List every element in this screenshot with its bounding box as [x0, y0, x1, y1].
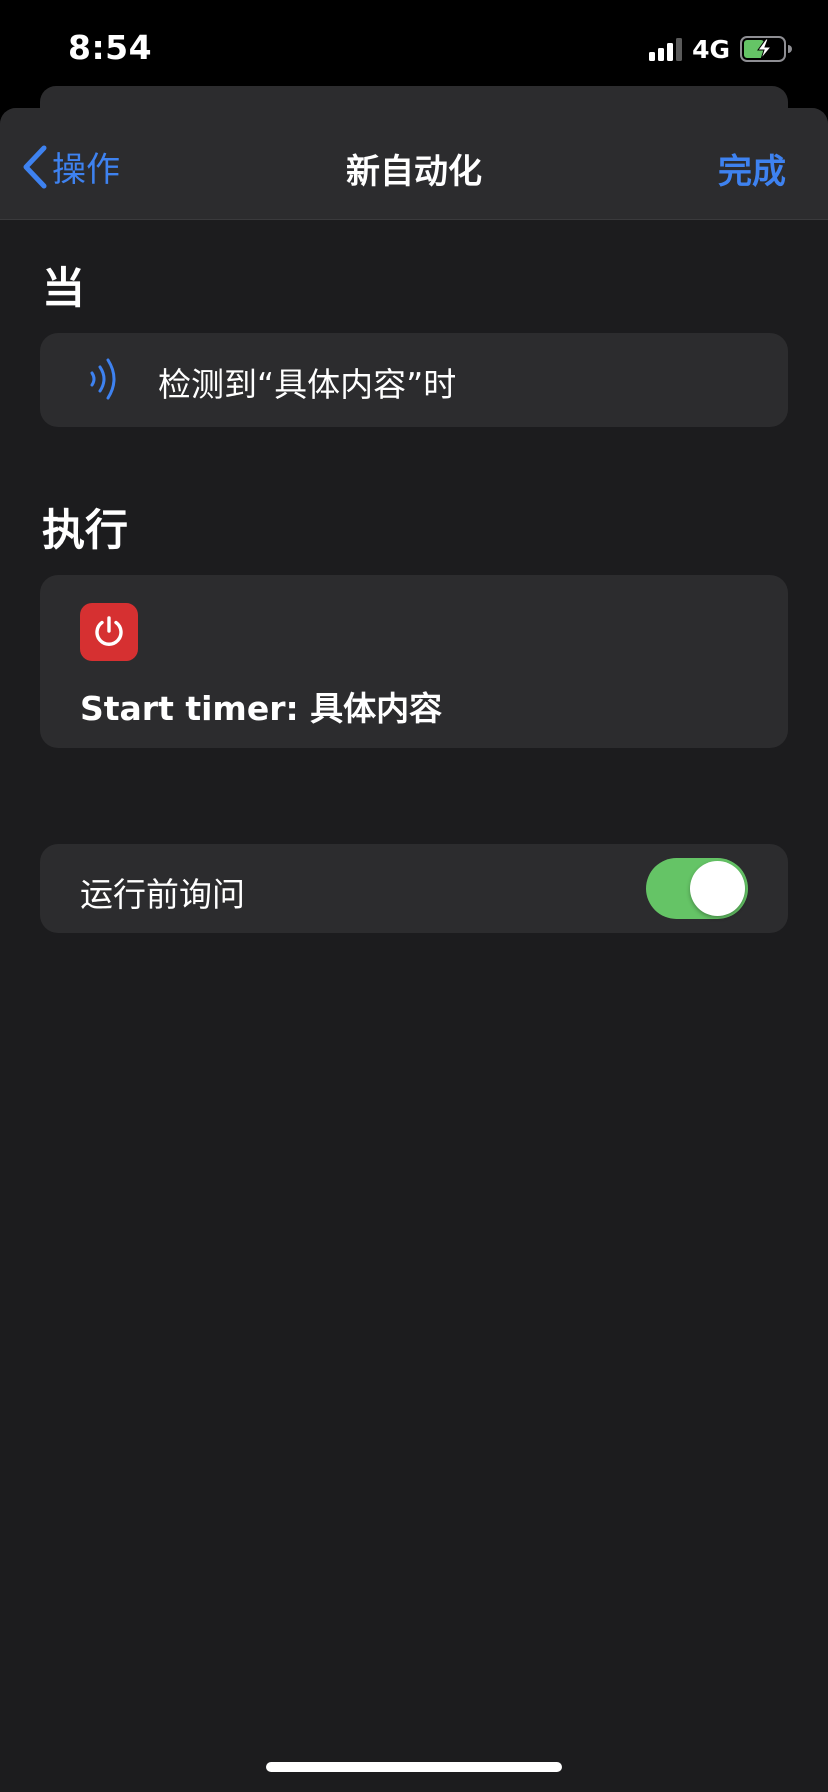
cellular-signal-icon — [649, 37, 683, 61]
done-button[interactable]: 完成 — [718, 144, 786, 193]
navigation-bar: 操作 新自动化 完成 — [0, 108, 828, 220]
nfc-waves-icon — [88, 355, 124, 407]
do-section-title: 执行 — [42, 506, 128, 556]
ask-before-running-label: 运行前询问 — [80, 875, 245, 914]
status-indicators: 4G — [649, 34, 794, 64]
status-bar: 8:54 4G — [0, 0, 828, 88]
trigger-text: 检测到“具体内容”时 — [158, 365, 457, 404]
network-type: 4G — [692, 34, 730, 64]
new-automation-sheet: 操作 新自动化 完成 当 检测到“具体内容”时 执行 Start timer: … — [0, 108, 828, 1792]
page-title: 新自动化 — [346, 152, 482, 192]
home-indicator[interactable] — [266, 1762, 562, 1772]
toggle-knob — [690, 861, 745, 916]
trigger-card[interactable]: 检测到“具体内容”时 — [40, 333, 788, 427]
when-section-title: 当 — [42, 264, 85, 314]
action-text: Start timer: 具体内容 — [80, 689, 443, 728]
ask-before-running-toggle[interactable] — [646, 858, 748, 919]
battery-charging-icon — [740, 36, 794, 62]
ask-before-running-row: 运行前询问 — [40, 844, 788, 933]
status-time: 8:54 — [68, 28, 153, 67]
action-card[interactable]: Start timer: 具体内容 — [40, 575, 788, 748]
power-icon — [80, 603, 138, 661]
